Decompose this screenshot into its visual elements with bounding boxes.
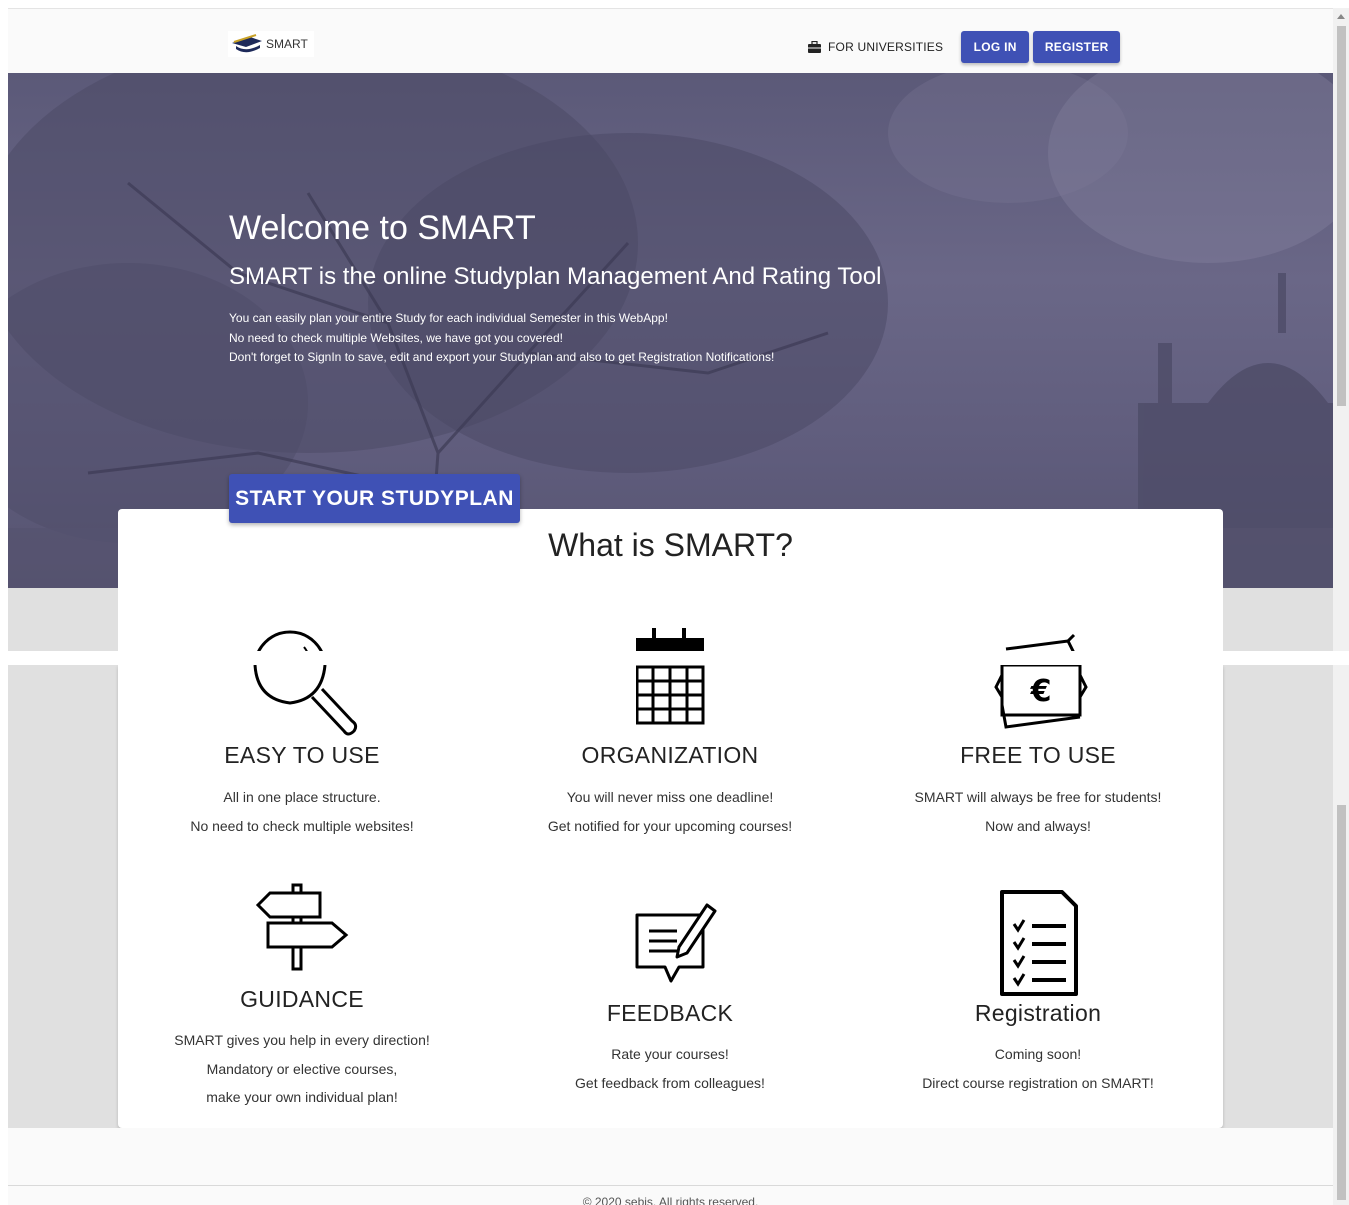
hero-line: No need to check multiple Websites, we h… (229, 330, 563, 345)
footer: © 2020 sebis. All rights reserved. (8, 1128, 1333, 1205)
upper-viewport: SMART FOR UNIVERSITIES LOG IN REGISTER W… (8, 8, 1333, 651)
briefcase-icon (808, 41, 821, 53)
euro-money-icon: € (994, 665, 1088, 729)
nav-actions: FOR UNIVERSITIES LOG IN REGISTER (808, 31, 1121, 63)
register-button[interactable]: REGISTER (1033, 31, 1121, 63)
logo-icon (232, 34, 262, 53)
feature-title: Registration (974, 1000, 1102, 1026)
feature-line: Get notified for your upcoming courses! (547, 817, 793, 834)
feature-line: Get feedback from colleagues! (575, 1074, 765, 1091)
logo-text: SMART (266, 37, 308, 51)
footer-divider (8, 1185, 1333, 1186)
feature-line: Mandatory or elective courses, (206, 1060, 398, 1077)
checklist-icon (1000, 890, 1078, 996)
lower-viewport: € EASY TO USE All in one place structure… (8, 665, 1333, 1205)
page: SMART FOR UNIVERSITIES LOG IN REGISTER W… (0, 0, 1349, 1205)
feature-line: All in one place structure. (223, 789, 381, 805)
feature-line: You will never miss one deadline! (566, 789, 774, 805)
about-card: € EASY TO USE All in one place structure… (118, 665, 1223, 1128)
hero-subtitle: SMART is the online Studyplan Management… (229, 263, 882, 290)
hero-title: Welcome to SMART (229, 209, 536, 247)
for-universities-link[interactable]: FOR UNIVERSITIES (808, 40, 943, 54)
calendar-icon (636, 665, 705, 725)
feature-title: FREE TO USE (960, 742, 1116, 768)
feature-organization: ORGANIZATION You will never miss one dea… (520, 742, 820, 840)
feature-title: FEEDBACK (606, 1000, 734, 1026)
svg-text:€: € (1030, 674, 1052, 709)
feature-line: Rate your courses! (611, 1046, 729, 1062)
feature-line: SMART will always be free for students! (914, 789, 1162, 805)
navbar: SMART FOR UNIVERSITIES LOG IN REGISTER (8, 8, 1333, 73)
magnifier-icon (257, 630, 323, 651)
about-card-top: What is SMART? (118, 509, 1223, 651)
start-studyplan-button[interactable]: START YOUR STUDYPLAN (229, 474, 520, 523)
for-universities-label: FOR UNIVERSITIES (828, 40, 944, 54)
feature-guidance: GUIDANCE SMART gives you help in every d… (152, 986, 452, 1112)
about-title: What is SMART? (548, 527, 793, 563)
feature-feedback: FEEDBACK Rate your courses! Get feedback… (520, 1000, 820, 1097)
feature-line: SMART gives you help in every direction! (174, 1032, 430, 1048)
feature-free-to-use: FREE TO USE SMART will always be free fo… (888, 742, 1188, 840)
feature-easy-to-use: EASY TO USE All in one place structure. … (152, 742, 452, 840)
feature-line: Now and always! (985, 817, 1091, 834)
feature-registration: Registration Coming soon! Direct course … (888, 1000, 1188, 1097)
hero-line: You can easily plan your entire Study fo… (229, 311, 668, 325)
feature-line: Coming soon! (994, 1046, 1082, 1062)
calendar-icon (636, 628, 704, 651)
feature-line: No need to check multiple websites! (190, 817, 414, 834)
scrollbar-lower[interactable] (1333, 665, 1349, 1205)
scrollbar-thumb[interactable] (1337, 26, 1346, 406)
login-button[interactable]: LOG IN (961, 31, 1030, 63)
magnifier-icon (253, 665, 358, 736)
feature-line: Direct course registration on SMART! (922, 1074, 1154, 1091)
feedback-icon (635, 903, 717, 983)
signpost-icon (256, 883, 349, 971)
logo[interactable]: SMART (228, 31, 314, 57)
hero-line: Don't forget to SignIn to save, edit and… (229, 350, 775, 364)
feature-line: make your own individual plan! (206, 1089, 398, 1105)
scroll-up-arrow-icon[interactable] (1337, 14, 1345, 19)
scrollbar-thumb[interactable] (1337, 805, 1346, 1200)
scrollbar-upper[interactable] (1333, 8, 1349, 651)
feature-title: EASY TO USE (224, 742, 380, 768)
euro-money-icon (1005, 633, 1076, 651)
footer-copyright: © 2020 sebis. All rights reserved. (582, 1195, 759, 1205)
feature-title: GUIDANCE (240, 986, 364, 1012)
feature-title: ORGANIZATION (581, 742, 759, 768)
hero-description: You can easily plan your entire Study fo… (229, 309, 774, 368)
